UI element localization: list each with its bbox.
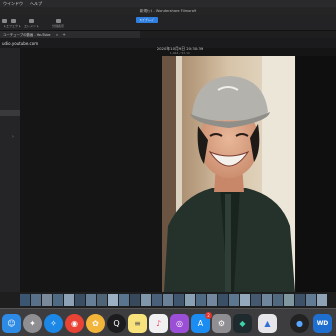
filmstrip-frame xyxy=(108,294,118,306)
filmstrip-frame xyxy=(284,294,294,306)
toolbar-elements-label: エレメント xyxy=(24,24,40,28)
quicktime-icon[interactable]: Q xyxy=(107,314,126,333)
person-photo xyxy=(162,56,295,292)
url-text: udio.youtube.com xyxy=(2,40,39,46)
filmstrip-frame xyxy=(97,294,107,306)
toolbar-elements[interactable]: エレメント xyxy=(24,19,39,28)
filmstrip-frame xyxy=(196,294,206,306)
filmstrip-frame xyxy=(273,294,283,306)
left-panel-selected-row[interactable] xyxy=(0,110,20,116)
music-icon[interactable]: ♪ xyxy=(149,314,168,333)
filmstrip-frame xyxy=(251,294,261,306)
filmstrip-frame xyxy=(229,294,239,306)
new-tab-button[interactable]: + xyxy=(62,32,65,37)
camera-icon[interactable]: ● xyxy=(290,314,309,333)
menu-window[interactable]: ウインドウ xyxy=(3,1,23,7)
toolbar-split-label: 分割表示 xyxy=(52,24,65,28)
preview-subinfo: 1,944 / 52.1C xyxy=(169,51,191,55)
filmstrip-frame xyxy=(86,294,96,306)
filmstrip-frame xyxy=(64,294,74,306)
filmstrip-frame xyxy=(295,294,305,306)
keynote-icon[interactable]: ▲ xyxy=(258,314,277,333)
launchpad-icon[interactable]: ✦ xyxy=(23,314,42,333)
filmstrip-frame xyxy=(152,294,162,306)
screen: { "menubar": { "items": ["ウインドウ", "ヘルプ"]… xyxy=(0,0,336,336)
tab-bar: ユーチューブの動画 - YouTube × + xyxy=(0,31,140,38)
tab-youtube[interactable]: ユーチューブの動画 - YouTube xyxy=(0,32,53,37)
chrome-icon[interactable]: ◉ xyxy=(65,314,84,333)
left-panel: › xyxy=(0,48,20,292)
dock: ☺ ✦ ✧ ◉ ✿ Q ≡ ♪ ◎ A 2 ⚙ ◆ ▲ ● WD xyxy=(0,308,336,336)
split-icon xyxy=(55,19,61,23)
menu-bar: ウインドウ ヘルプ xyxy=(0,0,336,7)
filmstrip-frame xyxy=(31,294,41,306)
preview-photo xyxy=(162,56,295,292)
podcasts-icon[interactable]: ◎ xyxy=(170,314,189,333)
filmstrip-frame xyxy=(130,294,140,306)
filmstrip-frame xyxy=(75,294,85,306)
collapse-arrow-icon[interactable]: › xyxy=(12,134,14,140)
finder-icon[interactable]: ☺ xyxy=(2,314,21,333)
wd-drive-icon[interactable]: WD xyxy=(313,314,332,333)
filmstrip-frame xyxy=(119,294,129,306)
filmstrip-frame xyxy=(53,294,63,306)
notes-icon[interactable]: ≡ xyxy=(128,314,147,333)
toolbar-effects[interactable]: エフェクト xyxy=(6,19,21,28)
toolbar: ト エフェクト エレメント 分割表示 xyxy=(0,15,336,31)
filmstrip-frame xyxy=(185,294,195,306)
filmstrip-frame xyxy=(317,294,327,306)
filmstrip-frame xyxy=(20,294,30,306)
menu-help[interactable]: ヘルプ xyxy=(30,1,42,7)
photos-app-icon[interactable]: ✿ xyxy=(86,314,105,333)
preview-right-margin xyxy=(296,56,336,292)
filmstrip-frame xyxy=(262,294,272,306)
filmstrip-frame xyxy=(218,294,228,306)
filmstrip-frame xyxy=(141,294,151,306)
safari-icon[interactable]: ✧ xyxy=(44,314,63,333)
timeline-filmstrip[interactable] xyxy=(20,294,336,306)
window-title: 新規ｾｯﾄ - Wondershare Filmora9 xyxy=(139,8,197,13)
system-preferences-icon[interactable]: ⚙ xyxy=(212,314,231,333)
filmstrip-frame xyxy=(174,294,184,306)
upgrade-button[interactable]: ｱｯﾌﾟｸﾞﾚｰﾄﾞ xyxy=(136,17,158,23)
elements-icon xyxy=(29,19,34,23)
tab-close-icon[interactable]: × xyxy=(55,33,58,37)
filmora-icon[interactable]: ◆ xyxy=(233,314,252,333)
window-title-bar: 新規ｾｯﾄ - Wondershare Filmora9 xyxy=(0,7,336,15)
toolbar-split[interactable]: 分割表示 xyxy=(52,19,64,28)
toolbar-effects-label: エフェクト xyxy=(6,24,22,28)
filmstrip-frame xyxy=(306,294,316,306)
filmstrip-frame xyxy=(163,294,173,306)
filmstrip-frame xyxy=(240,294,250,306)
filmstrip-frame xyxy=(207,294,217,306)
app-store-badge: 2 xyxy=(205,312,212,319)
effects-icon xyxy=(11,19,16,23)
filmstrip-frame xyxy=(42,294,52,306)
